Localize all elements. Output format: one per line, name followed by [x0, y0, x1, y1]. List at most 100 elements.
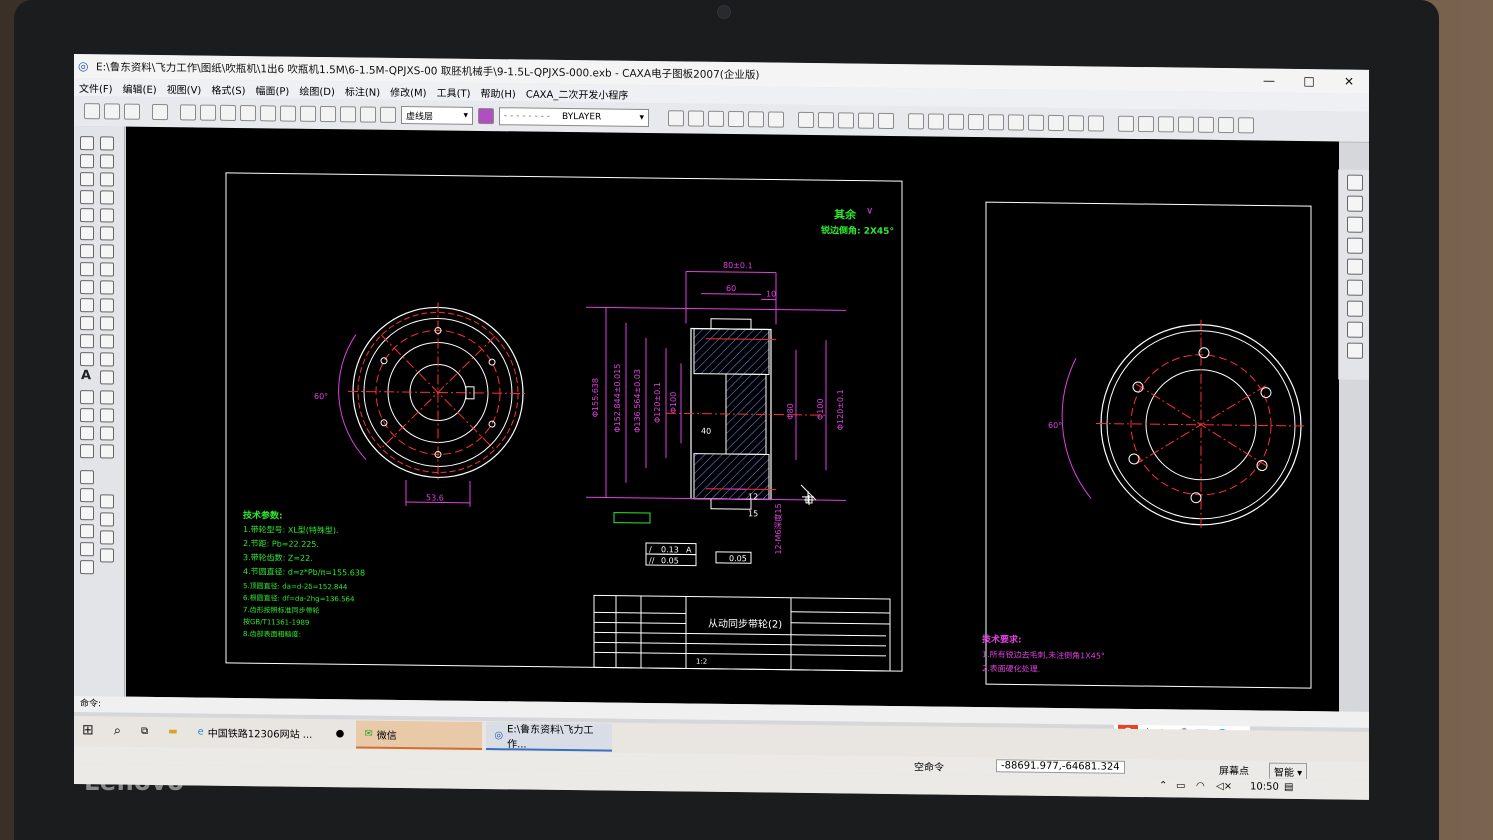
polyline-icon[interactable]	[80, 298, 94, 313]
redraw-icon[interactable]	[748, 111, 764, 128]
panel-icon-10[interactable]	[80, 560, 94, 575]
table-icon[interactable]	[80, 426, 94, 441]
point-icon[interactable]	[80, 226, 94, 241]
mirror-icon[interactable]	[100, 190, 114, 205]
help-icon[interactable]	[280, 105, 296, 122]
layer-icon[interactable]	[380, 106, 396, 123]
erase-icon[interactable]	[100, 136, 114, 151]
linetype-select[interactable]: - - - - - - - - BYLAYER ▾	[499, 107, 649, 128]
menu-modify[interactable]: 修改(M)	[385, 83, 431, 99]
menu-file[interactable]: 文件(F)	[74, 80, 118, 96]
snap-mode[interactable]: 屏幕点	[1219, 762, 1249, 777]
zoom-window-icon[interactable]	[668, 110, 684, 127]
maximize-button[interactable]: □	[1289, 69, 1329, 93]
centerline-icon[interactable]	[80, 316, 94, 331]
panel-icon-4[interactable]	[80, 506, 94, 521]
print-icon[interactable]	[152, 103, 168, 121]
menu-sheet[interactable]: 幅面(P)	[251, 82, 295, 98]
task-view-icon[interactable]: ⧉	[133, 718, 156, 746]
battery-icon[interactable]: ▭	[1176, 780, 1185, 791]
match-icon[interactable]	[100, 408, 114, 423]
snap-icon-5[interactable]	[878, 112, 894, 130]
leader-icon[interactable]	[1048, 114, 1064, 132]
menu-tools[interactable]: 工具(T)	[432, 84, 476, 100]
drawing-canvas[interactable]: 其余 ∨ 锐边倒角: 2X45° 60° 53.6 Φ155.638 Φ152.…	[126, 126, 1339, 712]
panel-icon-6[interactable]	[80, 524, 94, 539]
pan-icon[interactable]	[728, 110, 744, 128]
menu-draw[interactable]: 绘图(D)	[294, 82, 340, 98]
extend-icon[interactable]	[100, 298, 114, 313]
wifi-icon[interactable]: ◠	[1196, 781, 1205, 792]
qq-icon[interactable]: ●	[328, 720, 353, 748]
open-file-icon[interactable]	[104, 103, 120, 120]
file-explorer-icon[interactable]: ▬	[160, 718, 185, 746]
r-tool-icon-5[interactable]	[1347, 258, 1363, 275]
parts-icon[interactable]	[1178, 116, 1194, 133]
close-button[interactable]: ✕	[1329, 69, 1369, 93]
undo-icon[interactable]	[240, 105, 256, 122]
panel-icon-9[interactable]	[100, 548, 114, 563]
notification-icon[interactable]: ▤	[1284, 782, 1293, 793]
r-tool-icon-9[interactable]	[1347, 342, 1363, 359]
menu-view[interactable]: 视图(V)	[162, 81, 207, 97]
weld-icon[interactable]	[1068, 115, 1084, 132]
spline-icon[interactable]	[80, 208, 94, 223]
tolerance-icon[interactable]	[1028, 114, 1044, 131]
symbol-icon[interactable]	[80, 444, 94, 459]
panel-icon-8[interactable]	[80, 542, 94, 557]
break-icon[interactable]	[100, 316, 114, 331]
snap-icon-3[interactable]	[838, 112, 854, 129]
explode-icon[interactable]	[100, 370, 114, 385]
report-icon[interactable]	[1238, 117, 1254, 134]
taskbar-browser[interactable]: e 中国铁路12306网站 ...	[190, 718, 324, 748]
panel-icon-5[interactable]	[100, 512, 114, 527]
text-tool-icon[interactable]: A	[81, 368, 91, 383]
circle-icon[interactable]	[80, 172, 94, 187]
ellipse-icon[interactable]	[80, 244, 94, 259]
panel-icon-3[interactable]	[100, 494, 114, 509]
chevron-up-icon[interactable]: ⌃	[1159, 780, 1167, 791]
panel-icon-2[interactable]	[80, 488, 94, 503]
taskbar-wechat[interactable]: ✉ 微信	[356, 720, 483, 750]
r-tool-icon-8[interactable]	[1347, 321, 1363, 338]
image-icon[interactable]	[80, 352, 94, 367]
fillet-icon[interactable]	[100, 280, 114, 295]
point-mode-select[interactable]: 智能 ▾	[1269, 762, 1308, 781]
taskbar-caxa[interactable]: ◎ E:\鲁东资料\飞力工作...	[486, 722, 613, 752]
color-icon[interactable]	[478, 107, 494, 125]
zoom-prev-icon[interactable]	[708, 110, 724, 127]
layer-select[interactable]: 虚线层 ▾	[401, 105, 473, 125]
settings-icon[interactable]	[1218, 116, 1234, 134]
menu-dimension[interactable]: 标注(N)	[340, 83, 385, 99]
r-tool-icon-6[interactable]	[1347, 279, 1363, 296]
menu-help[interactable]: 帮助(H)	[476, 84, 521, 100]
snap-icon-2[interactable]	[818, 112, 834, 129]
block-insert-icon[interactable]	[80, 390, 94, 405]
parallel-icon[interactable]	[80, 154, 94, 169]
bom-icon[interactable]	[1138, 115, 1154, 133]
clock-time[interactable]: 10:50	[1250, 781, 1279, 792]
group-icon[interactable]	[100, 426, 114, 441]
r-tool-icon-3[interactable]	[1347, 216, 1363, 233]
dim-radius-icon[interactable]	[948, 113, 964, 130]
arc-tool-icon[interactable]	[320, 106, 336, 123]
new-file-icon[interactable]	[84, 103, 100, 120]
rotate-icon[interactable]	[100, 208, 114, 223]
property-icon[interactable]	[100, 390, 114, 405]
hatch-icon[interactable]	[80, 334, 94, 349]
save-icon[interactable]	[124, 103, 140, 120]
menu-edit[interactable]: 编辑(E)	[118, 80, 162, 96]
start-button[interactable]: ⊞	[74, 717, 102, 745]
trim-icon[interactable]	[340, 106, 356, 123]
menu-format[interactable]: 格式(S)	[206, 81, 250, 97]
line-icon[interactable]	[80, 136, 94, 151]
library-icon[interactable]	[80, 408, 94, 423]
frame-icon[interactable]	[1158, 116, 1174, 133]
dim-angle-icon[interactable]	[928, 113, 944, 130]
arc-icon[interactable]	[80, 190, 94, 205]
sheet-icon[interactable]	[1198, 116, 1214, 133]
paste-icon[interactable]	[220, 104, 236, 121]
roughness-icon[interactable]	[988, 114, 1004, 131]
copy-tool-icon[interactable]	[100, 172, 114, 187]
volume-icon[interactable]: ◁×	[1216, 781, 1232, 792]
